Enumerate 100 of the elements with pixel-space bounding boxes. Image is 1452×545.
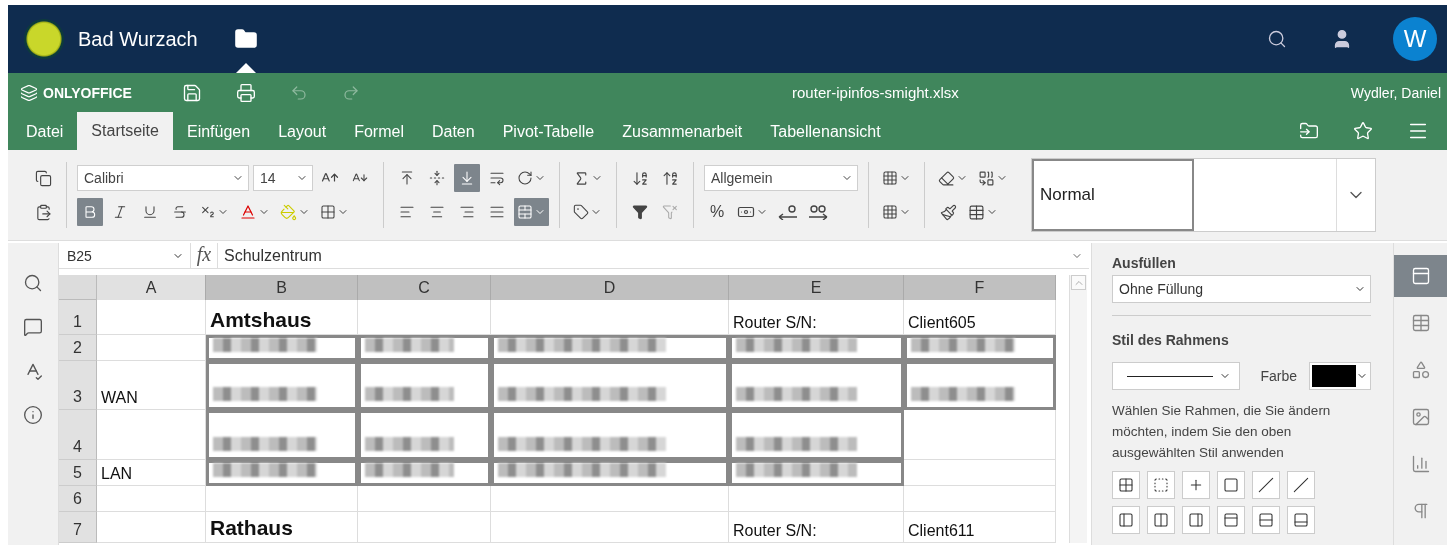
comments-button[interactable]	[23, 317, 43, 337]
ribbon-tab[interactable]: Layout	[264, 114, 341, 150]
table-cell: Amtshaus	[206, 300, 358, 335]
right-border-icon	[1188, 512, 1204, 528]
align-top-icon	[399, 170, 415, 186]
ribbon-tab[interactable]: Zusammenarbeit	[608, 114, 757, 150]
cell-settings-tab[interactable]	[1394, 255, 1447, 297]
wrap-text-icon	[489, 170, 505, 186]
comment-icon	[23, 317, 43, 337]
arrow-right-icon	[808, 204, 828, 220]
inner-vertical-icon	[1153, 512, 1169, 528]
name-box[interactable]: B25	[59, 243, 191, 268]
column-header[interactable]: E	[729, 275, 904, 300]
folder-button[interactable]	[233, 27, 258, 51]
info-button[interactable]	[23, 405, 43, 425]
fill-title: Ausfüllen	[1112, 255, 1177, 271]
percent-button[interactable]: %	[704, 198, 730, 226]
favorite-button[interactable]	[1353, 121, 1373, 141]
top-border-button[interactable]	[1217, 506, 1245, 534]
function-label[interactable]: fx	[191, 243, 218, 268]
conditional-format-icon	[978, 169, 995, 187]
diagonal-up-icon	[1258, 477, 1274, 493]
number-format-field[interactable]: Allgemein	[704, 165, 858, 191]
cell-style-preview[interactable]: Normal	[1032, 159, 1194, 231]
ribbon-tab[interactable]: Pivot-Tabelle	[488, 114, 609, 150]
row-header[interactable]: 5	[59, 460, 97, 486]
merge-cells-icon	[517, 204, 533, 220]
save-button[interactable]	[181, 82, 202, 103]
outer-borders-icon	[1223, 477, 1239, 493]
fill-select[interactable]: Ohne Füllung	[1112, 275, 1371, 303]
column-header[interactable]: A	[97, 275, 206, 300]
ribbon-tab[interactable]: Einfügen	[172, 114, 265, 150]
bottom-border-button[interactable]	[1287, 506, 1315, 534]
right-border-button[interactable]	[1182, 506, 1210, 534]
inner-borders-button[interactable]	[1182, 471, 1210, 499]
sort-descending-icon	[661, 169, 679, 187]
row-header[interactable]: 6	[59, 486, 97, 512]
row-header[interactable]: 4	[59, 410, 97, 460]
align-center-icon	[429, 204, 445, 220]
underline-icon	[142, 204, 158, 220]
border-color-select[interactable]	[1309, 362, 1371, 390]
print-button[interactable]	[235, 82, 256, 103]
column-header[interactable]: C	[358, 275, 491, 300]
inner-vertical-button[interactable]	[1147, 506, 1175, 534]
table-cell: Router S/N:	[729, 512, 904, 543]
left-border-button[interactable]	[1112, 506, 1140, 534]
scrollbar[interactable]	[1069, 275, 1087, 543]
strikethrough-icon	[172, 204, 188, 220]
filter-icon	[632, 204, 648, 220]
arrow-left-icon	[778, 204, 798, 220]
table-cell: LAN	[97, 460, 206, 486]
folder-icon	[233, 27, 258, 51]
user-name: Wydler, Daniel	[1350, 84, 1441, 101]
font-name-field[interactable]: Calibri	[77, 165, 249, 191]
left-border-icon	[1118, 512, 1134, 528]
row-header[interactable]: 2	[59, 335, 97, 361]
ribbon-tab[interactable]: Daten	[417, 114, 489, 150]
copy-style-icon	[939, 203, 957, 221]
image-icon	[1410, 407, 1431, 427]
layers-icon	[20, 83, 38, 102]
folder-arrow-icon	[1299, 121, 1319, 141]
table-cell: Rathaus	[206, 512, 358, 543]
line-style-select[interactable]	[1112, 362, 1240, 390]
font-size-field[interactable]: 14	[253, 165, 313, 191]
table-icon	[1410, 313, 1431, 333]
no-borders-button[interactable]	[1147, 471, 1175, 499]
city-logo[interactable]	[24, 19, 64, 59]
formula-field[interactable]: Schulzentrum	[218, 246, 322, 265]
table-cell: Router S/N:	[729, 300, 904, 335]
outer-borders-button[interactable]	[1217, 471, 1245, 499]
all-borders-button[interactable]	[1112, 471, 1140, 499]
ribbon-tab[interactable]: Tabellenansicht	[756, 114, 895, 150]
align-bottom-button[interactable]	[454, 164, 480, 192]
ribbon-tab[interactable]: Datei	[12, 114, 78, 150]
column-header[interactable]: F	[904, 275, 1056, 300]
cell-settings-icon	[1410, 266, 1431, 286]
ribbon-tab[interactable]: Startseite	[77, 112, 173, 150]
bold-button[interactable]	[77, 198, 103, 226]
inner-horizontal-button[interactable]	[1252, 506, 1280, 534]
border-hint-text: Wählen Sie Rahmen, die Sie ändern möchten, indem Sie den oben ausgewählten Stil anwenden	[1112, 402, 1332, 462]
printer-icon	[235, 82, 256, 103]
column-header[interactable]: B	[206, 275, 358, 300]
named-range-icon	[573, 204, 589, 220]
row-header[interactable]: 3	[59, 361, 97, 410]
row-header[interactable]: 7	[59, 512, 97, 543]
column-header[interactable]: D	[491, 275, 729, 300]
ribbon-tab[interactable]: Formel	[340, 114, 418, 150]
merge-cells-button[interactable]	[514, 198, 549, 226]
search-button[interactable]	[23, 273, 43, 293]
orientation-icon	[517, 170, 533, 186]
insert-cells-icon	[882, 170, 898, 186]
open-location-button[interactable]	[1299, 121, 1319, 141]
clear-filter-icon	[662, 204, 678, 220]
font-color-icon	[239, 203, 257, 221]
inner-borders-icon	[1188, 477, 1204, 493]
search-button[interactable]	[1267, 29, 1287, 49]
paste-icon	[34, 203, 52, 221]
user-avatar[interactable]: W	[1393, 17, 1437, 61]
subscript-icon	[200, 204, 216, 220]
row-header[interactable]: 1	[59, 300, 97, 335]
